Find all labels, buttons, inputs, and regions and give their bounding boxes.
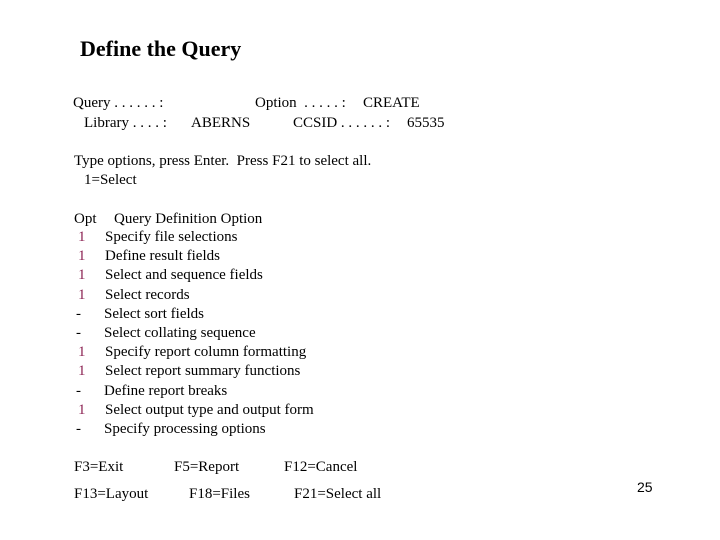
select-legend: 1=Select [84,172,137,188]
ccsid-value: 65535 [407,115,445,131]
page-title: Define the Query [80,36,242,61]
page-number: 25 [637,479,653,495]
f3-exit-key[interactable]: F3=Exit [74,459,123,476]
option-label: Select report summary functions [105,363,301,380]
option-label: Specify report column formatting [105,344,307,361]
option-label: Define result fields [105,248,220,265]
option-input[interactable]: - [76,325,81,342]
f12-cancel-key[interactable]: F12=Cancel [284,459,357,476]
option-label: Select collating sequence [104,325,256,341]
query-label: Query . . . . . . : [73,95,164,111]
f13-layout-key[interactable]: F13=Layout [74,486,148,503]
option-label: Specify processing options [104,421,266,437]
option-input[interactable]: 1 [78,402,86,419]
option-label: Select output type and output form [105,401,314,418]
option-input[interactable]: 1 [78,344,86,361]
option-label: Specify file selections [105,229,238,245]
option-input[interactable]: 1 [78,363,86,380]
option-input[interactable]: - [76,383,81,400]
option-input[interactable]: 1 [78,229,86,246]
f5-report-key[interactable]: F5=Report [174,459,239,476]
ccsid-label: CCSID . . . . . . : [293,115,391,131]
option-value: CREATE [363,95,420,111]
option-label: Option . . . . . : [255,95,346,111]
option-input[interactable]: - [76,306,81,323]
f18-files-key[interactable]: F18=Files [189,486,250,503]
library-value[interactable]: ABERNS [191,114,250,133]
option-label: Select and sequence fields [105,267,263,284]
library-label: Library . . . . : [84,115,167,131]
option-label: Define report breaks [104,382,228,399]
option-label: Select sort fields [104,305,204,322]
option-input[interactable]: 1 [78,267,86,284]
option-input[interactable]: 1 [78,248,86,265]
column-header-opt: Opt [74,211,97,227]
f21-select-all-key[interactable]: F21=Select all [294,486,381,503]
column-header-option: Query Definition Option [114,211,263,227]
option-input[interactable]: 1 [78,287,86,304]
option-input[interactable]: - [76,421,81,438]
option-label: Select records [105,286,190,303]
instructions-line: Type options, press Enter. Press F21 to … [74,153,372,169]
